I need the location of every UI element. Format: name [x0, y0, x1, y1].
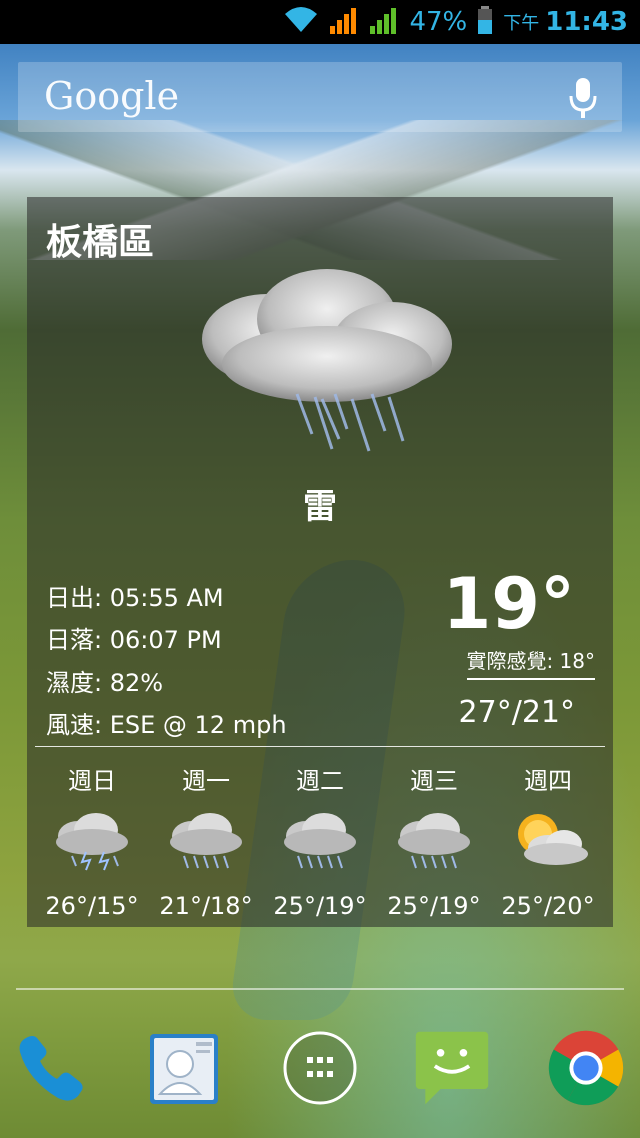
google-search-bar[interactable]: Google — [18, 62, 622, 132]
chrome-icon[interactable] — [546, 1028, 626, 1108]
sunset-text: 日落: 06:07 PM — [46, 626, 222, 654]
partly-cloudy-icon — [491, 808, 605, 878]
dock-divider — [16, 988, 624, 990]
battery-percent: 47% — [409, 7, 468, 37]
ampm-indicator: 下午 — [503, 13, 540, 34]
forecast-day: 週一 21°/18° — [149, 761, 263, 920]
forecast-temp: 21°/18° — [159, 892, 253, 920]
forecast-day: 週三 25°/19° — [377, 761, 491, 920]
weather-widget[interactable]: 板橋區 雷 日出: 05:55 AM 日落: 06:07 PM 濕度: 82% … — [27, 197, 613, 927]
contacts-icon[interactable] — [144, 1028, 224, 1108]
feels-like-text: 實際感覺: 18° — [466, 649, 595, 673]
microphone-icon[interactable] — [568, 76, 598, 124]
temperature-divider — [467, 678, 595, 680]
weather-condition: 雷 — [303, 487, 337, 527]
status-bar: 47% 下午 11:43 — [0, 0, 640, 44]
forecast-temp: 26°/15° — [45, 892, 139, 920]
forecast-day: 週二 25°/19° — [263, 761, 377, 920]
messaging-icon[interactable] — [412, 1028, 492, 1108]
temperature-range: 27°/21° — [458, 695, 575, 730]
forecast-day: 週日 26°/15° — [35, 761, 149, 920]
clock: 11:43 — [545, 7, 628, 37]
forecast-day-name: 週四 — [524, 767, 572, 795]
forecast-day: 週四 25°/20° — [491, 761, 605, 920]
thunderstorm-icon — [35, 808, 149, 878]
battery-icon — [477, 6, 493, 38]
google-logo: Google — [44, 74, 180, 118]
rain-icon — [149, 808, 263, 878]
forecast-day-name: 週日 — [68, 767, 116, 795]
app-drawer-icon[interactable] — [280, 1028, 360, 1108]
forecast-temp: 25°/20° — [501, 892, 595, 920]
humidity-text: 濕度: 82% — [46, 669, 164, 697]
signal-orange-icon — [329, 6, 359, 38]
city-name: 板橋區 — [46, 222, 155, 263]
rain-cloud-icon — [197, 259, 457, 463]
forecast-divider — [35, 746, 605, 747]
sunrise-text: 日出: 05:55 AM — [46, 584, 224, 612]
forecast-day-name: 週三 — [410, 767, 458, 795]
current-temperature: 19° — [442, 563, 575, 645]
forecast-temp: 25°/19° — [273, 892, 367, 920]
wifi-icon — [283, 6, 319, 38]
signal-green-icon — [369, 6, 399, 38]
forecast-day-name: 週一 — [182, 767, 230, 795]
wind-text: 風速: ESE @ 12 mph — [46, 711, 287, 739]
rain-icon — [263, 808, 377, 878]
forecast-temp: 25°/19° — [387, 892, 481, 920]
phone-icon[interactable] — [12, 1028, 92, 1108]
rain-icon — [377, 808, 491, 878]
forecast-day-name: 週二 — [296, 767, 344, 795]
